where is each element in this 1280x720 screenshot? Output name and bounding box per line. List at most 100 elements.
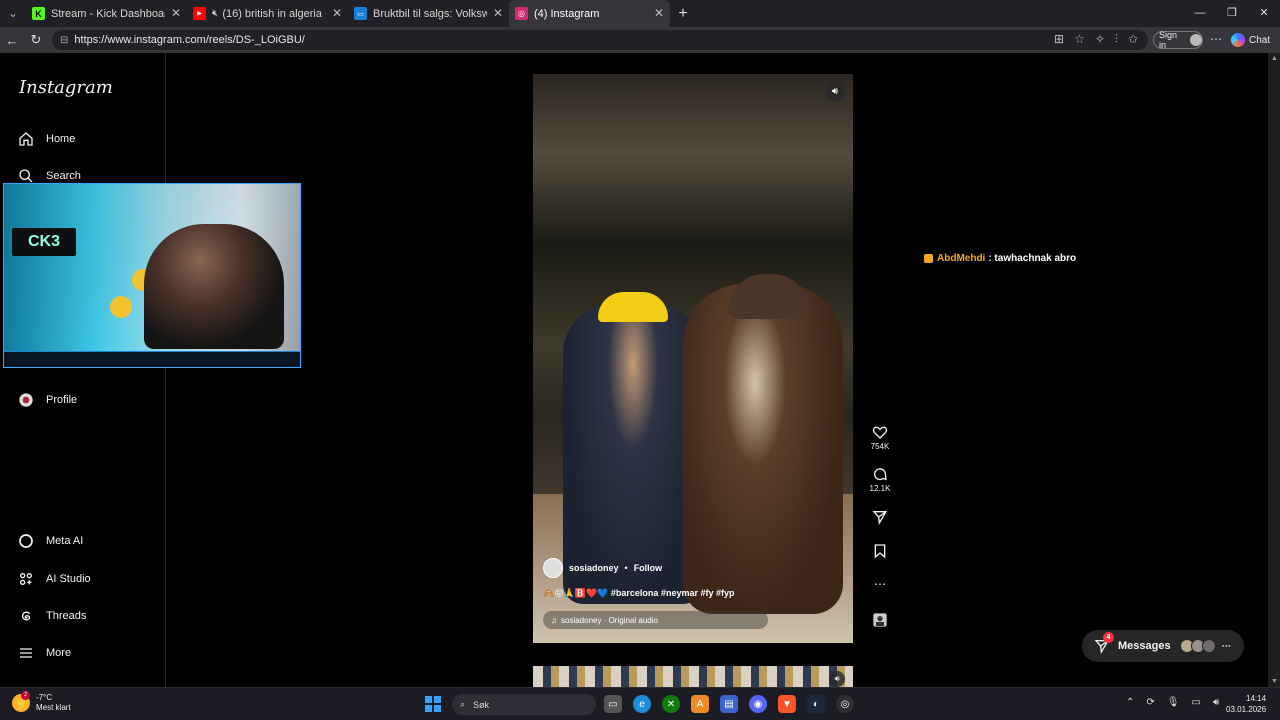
tab-kick-dashboard[interactable]: K Stream - Kick Dashboard ✕ [26, 0, 187, 27]
back-icon[interactable]: ← [0, 33, 24, 48]
comment-button[interactable]: 12.1K [868, 466, 892, 493]
system-tray: ⌃ ⟳ 🎙︎ ▭ 🔊︎ [1126, 697, 1219, 708]
volume-icon[interactable]: 🔊︎ [825, 82, 845, 102]
sidebar-item-label: Search [46, 170, 81, 182]
weather-description: Mest klart [36, 703, 71, 712]
sidebar-item-profile[interactable]: Profile [18, 388, 77, 412]
instagram-sidebar: Instagram Home Search Profile Meta AI AI… [3, 53, 166, 687]
avatar[interactable] [543, 558, 563, 578]
tab-youtube[interactable]: ▶ 🔇︎ (16) british in algeria - YouTube ✕ [187, 0, 348, 27]
steam-icon[interactable]: ◐ [807, 695, 825, 713]
save-button[interactable] [868, 543, 892, 561]
taskbar-search[interactable]: ⌕ Søk [452, 694, 596, 715]
sidebar-item-threads[interactable]: Threads [18, 604, 86, 628]
copilot-chat-button[interactable]: Chat [1231, 31, 1270, 49]
meta-ai-icon [18, 533, 34, 549]
taskbar-apps: ▭ e ✕ A ▤ ◉ ▼ ◐ ◎ [604, 695, 854, 713]
tab-bruktbil[interactable]: ▭ Bruktbil til salgs: Volkswagen Golf ✕ [348, 0, 509, 27]
edge-icon[interactable]: e [633, 695, 651, 713]
xbox-icon[interactable]: ✕ [662, 695, 680, 713]
favorites-icon[interactable]: ✩ [1128, 32, 1138, 47]
minimize-icon[interactable]: — [1184, 0, 1216, 27]
restore-icon[interactable]: ❐ [1216, 0, 1248, 27]
tab-title: (4) Instagram [534, 7, 600, 20]
chat-badge-icon [924, 254, 933, 263]
bookmark-icon [874, 544, 886, 559]
new-tab-button[interactable]: + [670, 5, 696, 23]
address-bar: ← ↻ ⊟ https://www.instagram.com/reels/DS… [0, 27, 1280, 53]
more-options-icon: ⋯ [1221, 640, 1231, 651]
obs-icon[interactable]: ◎ [836, 695, 854, 713]
tab-instagram[interactable]: ◎ (4) Instagram ✕ [509, 0, 670, 27]
page-scrollbar[interactable]: ▲ ▼ [1268, 53, 1280, 687]
app-a-icon[interactable]: A [691, 695, 709, 713]
scroll-up-icon[interactable]: ▲ [1271, 55, 1278, 62]
sidebar-item-ai-studio[interactable]: AI Studio [18, 567, 91, 591]
url-field[interactable]: ⊟ https://www.instagram.com/reels/DS-_LO… [52, 30, 1148, 50]
favorite-star-icon[interactable]: ☆ [1074, 32, 1085, 47]
url-text: https://www.instagram.com/reels/DS-_LOiG… [74, 34, 305, 46]
more-options-icon[interactable]: ⋯ [1210, 32, 1222, 46]
store-icon[interactable]: ▤ [720, 695, 738, 713]
tab-list-button[interactable]: ⌄ [0, 0, 26, 27]
reel-video[interactable]: 🔊︎ sosiadoney • Follow 🙈😝🙏🅱️❤️💙 #barcelo… [533, 74, 853, 643]
reel-audio[interactable]: ♫ sosiadoney · Original audio [543, 611, 768, 629]
app-available-icon[interactable]: ⊞ [1054, 32, 1064, 47]
chevron-up-icon[interactable]: ⌃ [1126, 697, 1134, 708]
volume-icon[interactable]: 🔊︎ [829, 671, 845, 687]
discord-icon[interactable]: ◉ [749, 695, 767, 713]
avatar [1201, 639, 1216, 653]
messages-button[interactable]: 4 Messages ⋯ [1082, 630, 1244, 662]
sidebar-item-more[interactable]: More [18, 641, 71, 665]
reel-caption[interactable]: 🙈😝🙏🅱️❤️💙 #barcelona #neymar #fy #fyp [543, 588, 843, 599]
audio-thumbnail[interactable] [868, 612, 892, 630]
tab-bar: ⌄ K Stream - Kick Dashboard ✕ ▶ 🔇︎ (16) … [0, 0, 1280, 27]
file-explorer-icon[interactable]: ▭ [604, 695, 622, 713]
reel-audio-label: sosiadoney · Original audio [561, 615, 658, 625]
close-icon[interactable]: ✕ [493, 6, 503, 20]
next-reel-preview[interactable]: 🔊︎ [533, 666, 853, 687]
youtube-favicon-icon: ▶ [193, 7, 206, 20]
sidebar-item-meta-ai[interactable]: Meta AI [18, 529, 83, 553]
music-note-icon: ♫ [551, 615, 557, 625]
sign-in-button[interactable]: Sign in [1153, 30, 1203, 50]
muted-speaker-icon[interactable]: 🔇︎ [212, 8, 218, 19]
sidebar-item-label: AI Studio [46, 573, 91, 585]
webcam-neon-sign: CK3 [12, 228, 76, 256]
weather-widget[interactable]: 2 -7°C Mest klart [12, 691, 71, 713]
reload-icon[interactable]: ↻ [24, 32, 48, 48]
messages-label: Messages [1118, 640, 1171, 652]
ai-studio-icon [18, 571, 34, 587]
tab-title: (16) british in algeria - YouTube [222, 7, 326, 20]
sidebar-item-home[interactable]: Home [18, 127, 75, 151]
display-icon[interactable]: ▭ [1191, 697, 1200, 708]
sidebar-item-label: Threads [46, 610, 87, 622]
follow-button[interactable]: Follow [634, 563, 663, 573]
clock-date: 03.01.2026 [1226, 705, 1267, 714]
share-button[interactable] [868, 509, 892, 527]
reel-username[interactable]: sosiadoney [569, 563, 619, 573]
taskbar-clock[interactable]: 14:14 03.01.2026 [1226, 693, 1266, 715]
start-button[interactable] [425, 696, 441, 712]
close-icon[interactable]: ✕ [171, 6, 181, 20]
scroll-down-icon[interactable]: ▼ [1271, 678, 1278, 685]
instagram-logo[interactable]: Instagram [19, 77, 113, 98]
sync-icon[interactable]: ⟳ [1146, 697, 1154, 708]
stream-chat-message: AbdMehdi : tawhachnak abro [924, 253, 1076, 264]
close-icon[interactable]: ✕ [654, 6, 664, 20]
close-window-icon[interactable]: ✕ [1248, 0, 1280, 27]
brave-icon[interactable]: ▼ [778, 695, 796, 713]
extensions-icon[interactable]: ✧ [1095, 32, 1105, 47]
chat-text: : tawhachnak abro [988, 253, 1077, 264]
split-screen-icon[interactable]: ⫶ [1115, 32, 1118, 47]
emoji-pillow-icon [110, 296, 132, 318]
share-icon [872, 511, 888, 525]
speaker-icon[interactable]: 🔊︎ [1213, 697, 1219, 708]
sidebar-item-label: Meta AI [46, 535, 84, 547]
site-info-icon[interactable]: ⊟ [60, 35, 68, 46]
more-options-icon[interactable]: ⋯ [868, 577, 892, 591]
microphone-icon[interactable]: 🎙︎ [1167, 697, 1180, 708]
search-icon [18, 168, 34, 184]
close-icon[interactable]: ✕ [332, 6, 342, 20]
like-button[interactable]: 754K [868, 424, 892, 451]
